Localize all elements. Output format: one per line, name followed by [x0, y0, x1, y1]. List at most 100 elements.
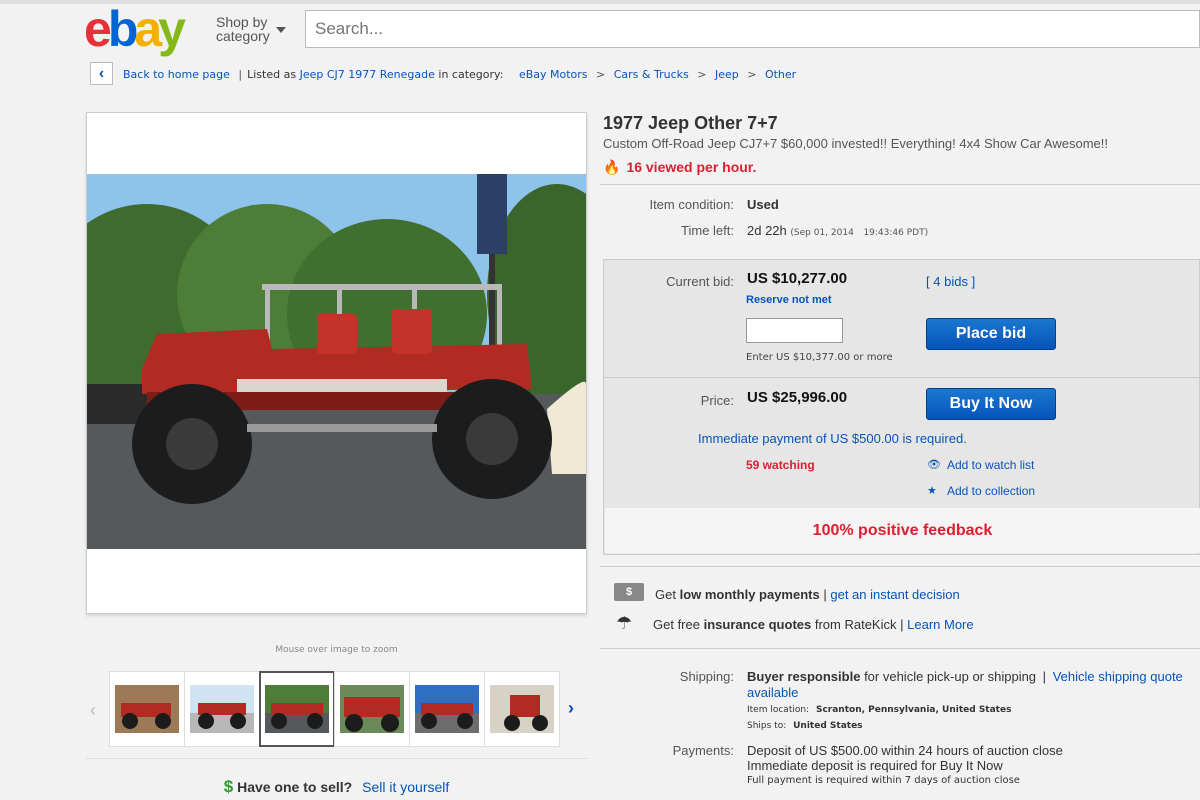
logo-letter-b: b	[107, 1, 138, 57]
thumbnails-prev-icon[interactable]: ‹	[90, 700, 96, 721]
thumbnails-next-icon[interactable]: ›	[568, 698, 574, 719]
buyer-responsible: Buyer responsible	[747, 669, 861, 684]
money-icon: $	[614, 583, 644, 601]
time-left-value: 2d 22h (Sep 01, 2014 19:43:46 PDT)	[747, 223, 928, 238]
item-location: Item location: Scranton, Pennsylvania, U…	[747, 705, 1011, 715]
payments-label: Payments:	[672, 743, 734, 758]
breadcrumb-separator: >	[596, 68, 606, 81]
insurance-quotes-text: insurance quotes	[703, 617, 812, 632]
payments-details: Deposit of US $500.00 within 24 hours of…	[747, 743, 1063, 788]
breadcrumb-separator: >	[697, 68, 707, 81]
thumbnail[interactable]	[409, 671, 485, 747]
category-label: category	[216, 28, 270, 44]
time-left-label: Time left:	[681, 223, 734, 238]
search-input[interactable]	[305, 10, 1200, 48]
thumbnail-image	[340, 685, 404, 733]
thumbnail-image	[490, 685, 554, 733]
jeep-photo	[87, 174, 586, 549]
breadcrumb-other[interactable]: Other	[765, 68, 796, 81]
bids-open-bracket: [	[926, 274, 930, 289]
eye-icon: 👁	[927, 459, 941, 471]
ships-to: Ships to: United States	[747, 721, 863, 731]
sell-it-yourself-link[interactable]: Sell it yourself	[362, 779, 449, 795]
watching-count: 59 watching	[746, 458, 815, 472]
shipping-details: Buyer responsible for vehicle pick-up or…	[747, 669, 1200, 701]
back-button[interactable]: ‹	[90, 62, 113, 85]
insurance-provider: from RateKick	[814, 617, 897, 632]
enter-bid-hint: Enter US $10,377.00 or more	[746, 352, 893, 363]
seller-feedback: 100% positive feedback	[605, 508, 1200, 553]
breadcrumb-bar: |	[238, 68, 243, 81]
financing-bar: |	[823, 587, 827, 602]
logo-letter-a: a	[134, 1, 162, 57]
insurance-bar: |	[900, 617, 904, 632]
bid-count-link[interactable]: 4 bids	[933, 274, 968, 289]
ebay-logo[interactable]: ebay	[84, 1, 186, 57]
main-image-card[interactable]	[86, 112, 587, 614]
price-label: Price:	[700, 393, 734, 408]
divider	[600, 184, 1200, 185]
add-to-collection-link[interactable]: Add to collection	[947, 484, 1035, 498]
fire-icon: 🔥	[603, 159, 621, 175]
item-condition-label: Item condition:	[649, 197, 734, 212]
bids-close-bracket: ]	[971, 274, 976, 289]
bid-amount-input[interactable]	[746, 318, 843, 343]
insurance-get: Get free	[653, 617, 700, 632]
sell-prompt: $ Have one to sell? Sell it yourself	[86, 758, 587, 797]
shipping-bar: |	[1042, 669, 1047, 684]
instant-decision-link[interactable]: get an instant decision	[830, 587, 959, 602]
financing-get: Get	[655, 587, 676, 602]
chevron-down-icon[interactable]	[276, 27, 286, 33]
buy-it-now-button[interactable]: Buy It Now	[926, 388, 1056, 420]
divider	[600, 648, 1200, 649]
breadcrumb-ebay-motors[interactable]: eBay Motors	[519, 68, 588, 81]
thumbnail-image	[265, 685, 329, 733]
star-icon: ★	[927, 485, 937, 497]
listed-item-link[interactable]: Jeep CJ7 1977 Renegade	[300, 68, 435, 81]
financing-row: Get low monthly payments | get an instan…	[655, 587, 960, 602]
breadcrumb-cars-trucks[interactable]: Cars & Trucks	[614, 68, 689, 81]
item-condition-value: Used	[747, 197, 779, 212]
place-bid-button[interactable]: Place bid	[926, 318, 1056, 350]
shipping-label: Shipping:	[679, 669, 734, 684]
immediate-payment-note: Immediate payment of US $500.00 is requi…	[698, 431, 967, 446]
thumbnail[interactable]	[334, 671, 410, 747]
vehicle-shipping-quote-link[interactable]: Vehicle shipping quote	[1053, 669, 1183, 684]
thumbnail-image	[190, 685, 254, 733]
chevron-left-icon: ‹	[98, 64, 105, 82]
sell-question: Have one to sell?	[237, 779, 353, 795]
learn-more-link[interactable]: Learn More	[907, 617, 973, 632]
thumbnail[interactable]	[484, 671, 560, 747]
divider	[600, 566, 1200, 567]
viewed-per-hour: 🔥 16 viewed per hour.	[603, 159, 756, 176]
low-payments-text: low monthly payments	[679, 587, 820, 602]
vehicle-shipping-quote-link-cont[interactable]: available	[747, 685, 798, 700]
bid-box-divider	[603, 377, 1200, 378]
payments-line-3: Full payment is required within 7 days o…	[747, 775, 1020, 786]
time-left-end-time: 19:43:46 PDT)	[863, 228, 929, 238]
item-subtitle: Custom Off-Road Jeep CJ7+7 $60,000 inves…	[603, 136, 1108, 151]
logo-letter-e: e	[84, 1, 112, 57]
shop-by-category-button[interactable]: Shop by category	[216, 15, 270, 43]
time-left-end-date: (Sep 01, 2014	[790, 228, 854, 238]
thumbnail[interactable]	[109, 671, 185, 747]
logo-letter-y: y	[158, 1, 186, 57]
main-photo[interactable]	[87, 174, 586, 549]
current-bid-label: Current bid:	[666, 274, 734, 289]
dollar-icon: $	[223, 777, 234, 796]
insurance-row: Get free insurance quotes from RateKick …	[653, 617, 974, 632]
item-location-value: Scranton, Pennsylvania, United States	[815, 705, 1012, 715]
breadcrumb-jeep[interactable]: Jeep	[715, 68, 739, 81]
thumbnail-image	[415, 685, 479, 733]
umbrella-icon: ☂	[616, 613, 633, 633]
back-to-home-link[interactable]: Back to home page	[123, 68, 230, 81]
listed-as-label: Listed as	[247, 68, 297, 81]
zoom-hint: Mouse over image to zoom	[275, 645, 398, 655]
ships-to-label: Ships to:	[747, 721, 787, 731]
payments-line-2: Immediate deposit is required for Buy It…	[747, 758, 1003, 773]
breadcrumb-separator: >	[747, 68, 757, 81]
thumbnail-selected[interactable]	[259, 671, 335, 747]
add-to-watch-list-link[interactable]: Add to watch list	[947, 458, 1034, 472]
thumbnail[interactable]	[184, 671, 260, 747]
in-category-label: in category:	[438, 68, 504, 81]
